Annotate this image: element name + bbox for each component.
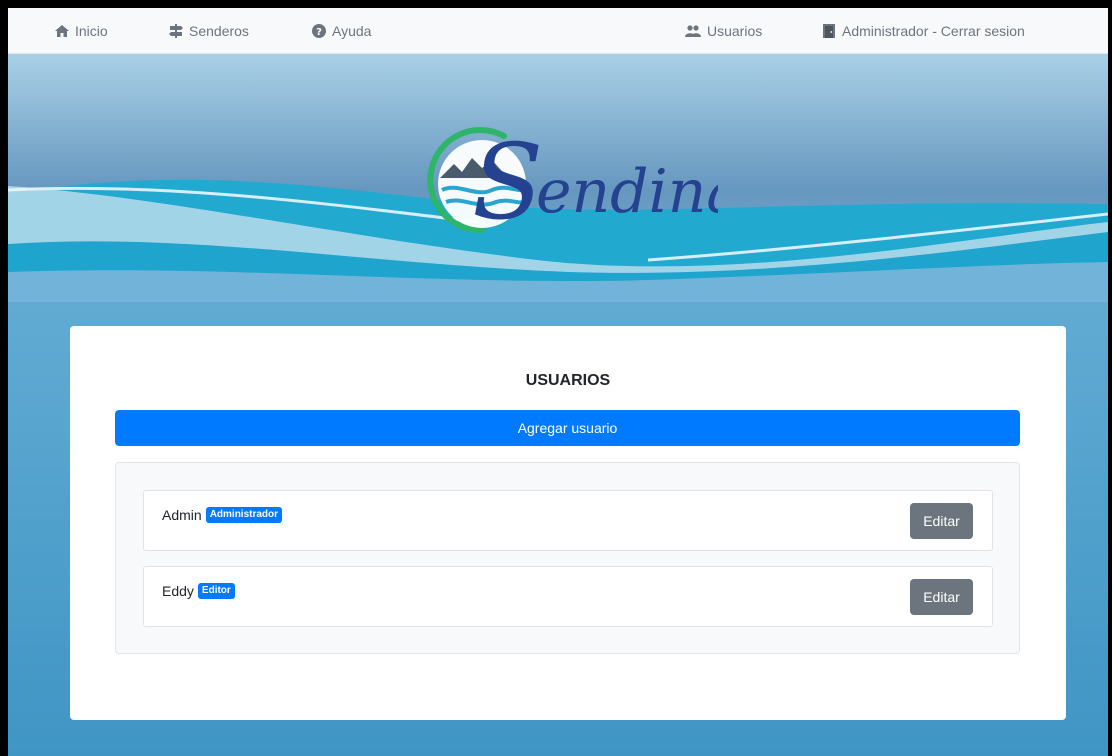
svg-text:?: ? xyxy=(316,27,322,38)
sendina-logo: S endina xyxy=(427,121,718,240)
logo-s-letter: S xyxy=(472,121,543,240)
nav-trails-label: Senderos xyxy=(189,23,249,39)
logo-text: endina xyxy=(536,157,718,227)
nav-trails[interactable]: Senderos xyxy=(169,8,249,54)
role-badge: Administrador xyxy=(205,507,283,523)
home-icon xyxy=(55,25,69,37)
user-name: Eddy xyxy=(162,583,194,599)
signpost-icon xyxy=(169,24,183,38)
nav-home[interactable]: Inicio xyxy=(55,8,108,54)
nav-users-label: Usuarios xyxy=(707,23,763,39)
edit-user-button[interactable]: Editar xyxy=(910,579,973,615)
list-item: Admin Administrador Editar xyxy=(143,490,993,551)
nav-home-label: Inicio xyxy=(75,23,108,39)
user-name-group: Eddy Editor xyxy=(162,583,235,599)
add-user-button[interactable]: Agregar usuario xyxy=(115,410,1020,446)
nav-logout-label: Administrador - Cerrar sesion xyxy=(842,23,1025,39)
nav-users[interactable]: Usuarios xyxy=(685,8,762,54)
nav-help[interactable]: ? Ayuda xyxy=(312,8,371,54)
hero-banner: S endina xyxy=(8,54,1108,302)
door-icon xyxy=(823,24,836,38)
edit-user-button[interactable]: Editar xyxy=(910,503,973,539)
nav-help-label: Ayuda xyxy=(332,23,372,39)
page-title: USUARIOS xyxy=(525,372,611,389)
user-name: Admin xyxy=(162,507,202,523)
app-window: Inicio Senderos ? Ayuda Usuarios Adminis… xyxy=(8,8,1108,756)
users-card: USUARIOS Agregar usuario Admin Administr… xyxy=(70,326,1066,720)
list-item: Eddy Editor Editar xyxy=(143,566,993,627)
nav-logout[interactable]: Administrador - Cerrar sesion xyxy=(823,8,1025,54)
top-navbar: Inicio Senderos ? Ayuda Usuarios Adminis… xyxy=(8,8,1108,54)
user-name-group: Admin Administrador xyxy=(162,507,283,523)
role-badge: Editor xyxy=(197,583,235,599)
question-circle-icon: ? xyxy=(312,24,326,38)
users-list: Admin Administrador Editar Eddy Editor E… xyxy=(115,462,1020,654)
users-icon xyxy=(685,25,701,37)
